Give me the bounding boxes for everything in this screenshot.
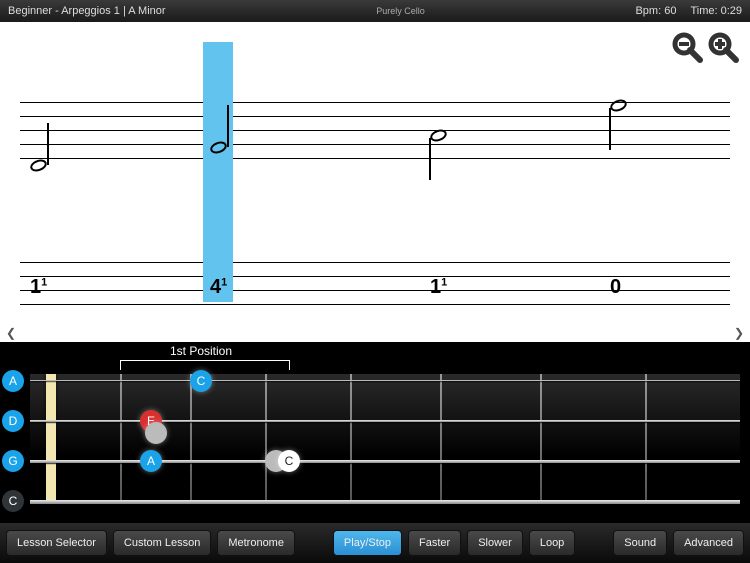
custom-lesson-button[interactable]: Custom Lesson (113, 530, 211, 556)
time-label: Time: 0:29 (690, 5, 742, 17)
string (30, 460, 740, 463)
fretboard[interactable]: ADGC CEAC (30, 374, 740, 512)
tab-number: 11 (430, 276, 447, 299)
slower-button[interactable]: Slower (467, 530, 523, 556)
fret-marker (145, 422, 167, 444)
bpm-label: Bpm: 60 (635, 5, 676, 17)
fret-marker: C (278, 450, 300, 472)
lesson-title: Beginner - Arpeggios 1 | A Minor (8, 5, 166, 17)
string (30, 380, 740, 381)
note (430, 130, 447, 141)
playhead-highlight (203, 42, 233, 302)
open-string-label: D (2, 410, 24, 432)
top-bar: Beginner - Arpeggios 1 | A Minor Purely … (0, 0, 750, 22)
open-string-label: C (2, 490, 24, 512)
note (210, 142, 227, 153)
string (30, 420, 740, 422)
zoom-out-button[interactable] (670, 30, 704, 64)
metronome-button[interactable]: Metronome (217, 530, 295, 556)
open-string-label: G (2, 450, 24, 472)
faster-button[interactable]: Faster (408, 530, 461, 556)
fret (120, 374, 122, 502)
next-page-arrow[interactable]: ❯ (734, 326, 744, 340)
fret (350, 374, 352, 502)
sound-button[interactable]: Sound (613, 530, 667, 556)
fret (265, 374, 267, 502)
tab-number: 11 (30, 276, 47, 299)
bottom-toolbar: Lesson Selector Custom Lesson Metronome … (0, 523, 750, 563)
fret (190, 374, 192, 502)
zoom-in-button[interactable] (706, 30, 740, 64)
fret-marker: A (140, 450, 162, 472)
fret (540, 374, 542, 502)
score-panel: 11 41 11 0 ❮ ❯ (0, 22, 750, 342)
staff-area[interactable]: 11 41 11 0 (20, 82, 730, 342)
prev-page-arrow[interactable]: ❮ (6, 326, 16, 340)
advanced-button[interactable]: Advanced (673, 530, 744, 556)
lesson-selector-button[interactable]: Lesson Selector (6, 530, 107, 556)
string (30, 500, 740, 504)
tab-number: 0 (610, 276, 621, 299)
note (610, 100, 627, 111)
position-bracket (120, 360, 290, 370)
fret (440, 374, 442, 502)
fretboard-panel: 1st Position ADGC CEAC (0, 342, 750, 512)
play-stop-button[interactable]: Play/Stop (333, 530, 402, 556)
fret-marker: C (190, 370, 212, 392)
loop-button[interactable]: Loop (529, 530, 575, 556)
note (30, 160, 47, 171)
position-label: 1st Position (170, 344, 232, 358)
nut (46, 374, 56, 502)
open-string-label: A (2, 370, 24, 392)
brand-label: Purely Cello (166, 6, 636, 16)
fret (645, 374, 647, 502)
tab-number: 41 (210, 276, 227, 299)
